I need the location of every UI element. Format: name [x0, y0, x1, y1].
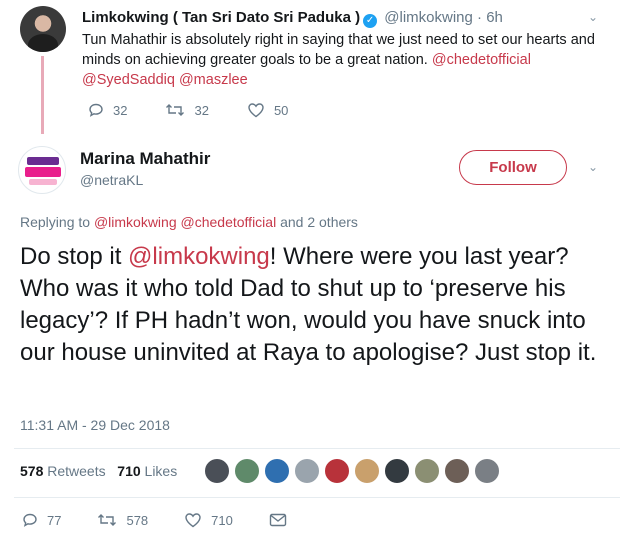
replying-prefix: Replying to: [20, 214, 94, 230]
retweet-button[interactable]: 578: [97, 512, 148, 528]
direct-message-button[interactable]: [269, 513, 296, 527]
envelope-icon: [269, 513, 287, 527]
divider: [14, 497, 620, 498]
divider: [14, 448, 620, 449]
retweet-icon: [98, 514, 117, 526]
liker-avatar[interactable]: [474, 458, 500, 484]
retweet-button[interactable]: 32: [165, 102, 209, 118]
parent-tweet-text: Tun Mahathir is absolutely right in sayi…: [82, 30, 602, 90]
engagement-stats: 578 Retweets 710 Likes: [20, 463, 177, 479]
mention-link[interactable]: @SyedSaddiq: [82, 72, 175, 88]
heart-icon: [248, 103, 264, 118]
like-button[interactable]: 50: [247, 102, 288, 118]
mention-link[interactable]: @maszlee: [179, 72, 248, 88]
parent-time[interactable]: 6h: [486, 9, 503, 26]
reply-count: 77: [47, 512, 62, 528]
liker-avatar[interactable]: [414, 458, 440, 484]
liker-avatar[interactable]: [384, 458, 410, 484]
chevron-down-icon[interactable]: ⌄: [588, 10, 598, 24]
main-avatar[interactable]: [18, 146, 66, 194]
mention-link[interactable]: @limkokwing: [94, 214, 177, 230]
thread-connector-line: [41, 56, 44, 134]
reply-icon: [89, 103, 103, 117]
avatar-graphic: [27, 157, 59, 165]
likes-label[interactable]: Likes: [145, 463, 178, 479]
tweet-timestamp[interactable]: 11:31 AM - 29 Dec 2018: [20, 417, 170, 433]
mention-link[interactable]: @limkokwing: [128, 243, 270, 270]
main-handle[interactable]: @netraKL: [80, 172, 143, 188]
liker-avatar[interactable]: [204, 458, 230, 484]
retweets-label[interactable]: Retweets: [47, 463, 105, 479]
main-action-bar: 77 578 710: [22, 512, 332, 528]
parent-handle[interactable]: @limkokwing: [384, 9, 473, 26]
like-count: 50: [273, 102, 289, 118]
main-tweet-text: Do stop it @limkokwing! Where were you l…: [20, 241, 620, 369]
replying-suffix[interactable]: and 2 others: [276, 214, 358, 230]
retweet-total[interactable]: 578: [20, 463, 43, 479]
avatar-graphic: [29, 179, 57, 185]
main-display-name[interactable]: Marina Mahathir: [80, 149, 210, 169]
liker-avatar[interactable]: [234, 458, 260, 484]
retweet-count: 578: [126, 512, 149, 528]
avatar-graphic: [25, 167, 61, 177]
liker-avatar[interactable]: [324, 458, 350, 484]
liker-avatar[interactable]: [264, 458, 290, 484]
like-total[interactable]: 710: [117, 463, 140, 479]
like-count: 710: [211, 512, 233, 528]
reply-count: 32: [113, 102, 128, 118]
retweet-count: 32: [194, 102, 209, 118]
parent-action-bar: 32 32 50: [88, 102, 326, 118]
replying-to-line: Replying to @limkokwing @chedetofficial …: [20, 214, 358, 230]
parent-tweet: Limkokwing ( Tan Sri Dato Sri Paduka ) ✓ …: [0, 0, 630, 138]
reply-button[interactable]: 32: [88, 102, 127, 118]
liker-avatars: [204, 458, 504, 484]
liker-avatar[interactable]: [444, 458, 470, 484]
liker-avatar[interactable]: [354, 458, 380, 484]
mention-link[interactable]: @chedetofficial: [181, 214, 277, 230]
reply-icon: [23, 513, 37, 527]
verified-badge-icon: ✓: [363, 14, 378, 28]
mention-link[interactable]: @chedetofficial: [432, 52, 531, 68]
parent-display-name[interactable]: Limkokwing ( Tan Sri Dato Sri Paduka ): [82, 9, 360, 26]
separator-dot: ·: [477, 9, 483, 26]
tweet-text-segment: Do stop it: [20, 243, 129, 270]
retweet-icon: [166, 104, 185, 116]
follow-button[interactable]: Follow: [459, 150, 567, 185]
parent-avatar[interactable]: [20, 6, 66, 52]
parent-header: Limkokwing ( Tan Sri Dato Sri Paduka ) ✓ …: [82, 9, 503, 28]
reply-button[interactable]: 77: [22, 512, 61, 528]
chevron-down-icon[interactable]: ⌄: [588, 160, 598, 174]
liker-avatar[interactable]: [294, 458, 320, 484]
like-button[interactable]: 710: [184, 512, 233, 528]
heart-icon: [185, 513, 201, 528]
